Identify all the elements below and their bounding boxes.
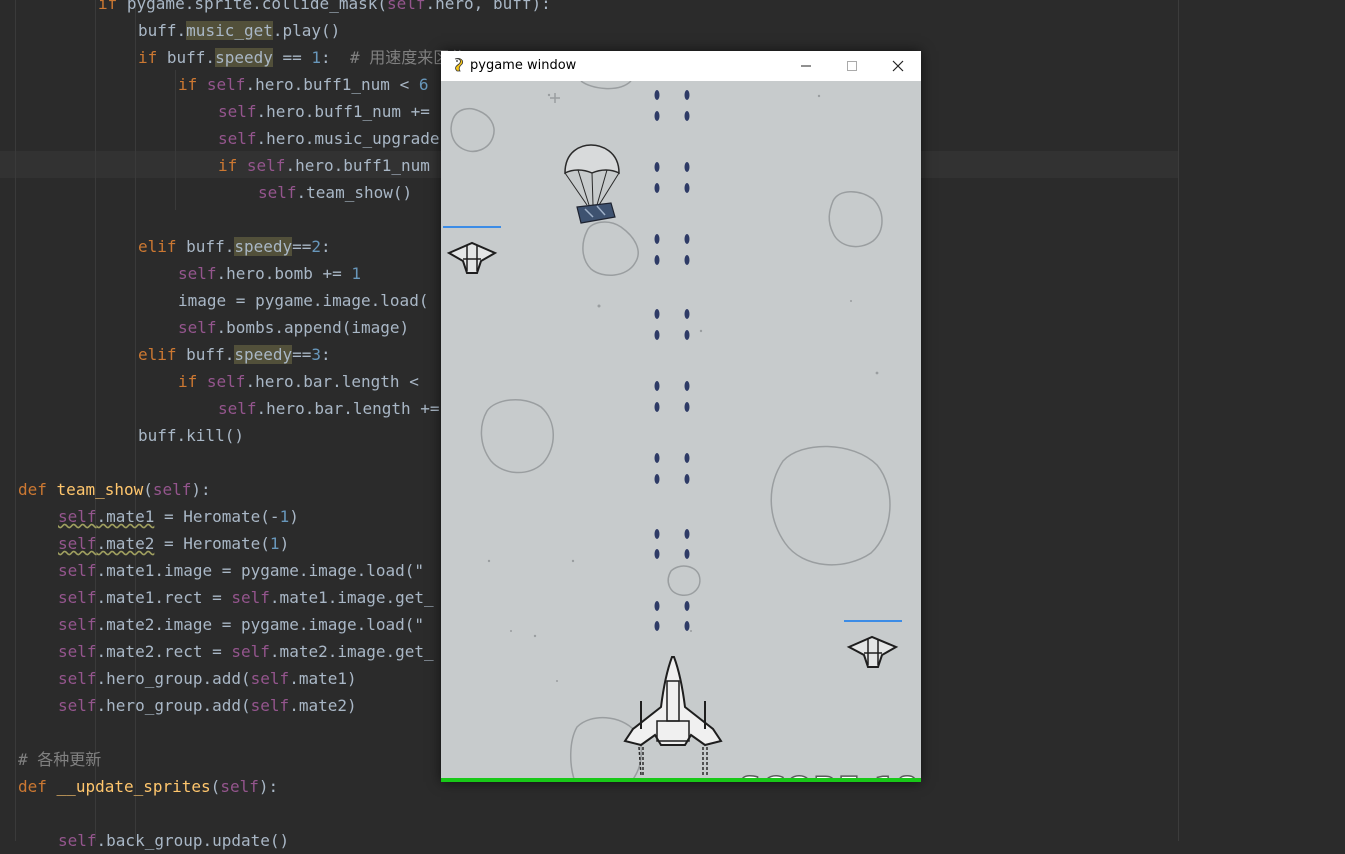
mate-right [844,620,902,668]
code-line: elif buff.speedy==2: [138,237,331,256]
pygame-window[interactable]: pygame window [441,51,921,782]
code-line: self.mate1 = Heromate(-1) [58,507,299,526]
code-line: elif buff.speedy==3: [138,345,331,364]
close-icon [892,60,904,72]
code-line: # 各种更新 [18,750,102,769]
indent-guide [15,0,16,841]
code-line: self.hero.buff1_num += [218,102,430,121]
code-line: if self.hero.buff1_num < 6 [178,75,429,94]
asteroid [570,716,643,782]
stars [487,93,879,682]
code-line: if pygame.sprite.collide_mask(self.hero,… [98,0,551,13]
indent-guide [175,70,176,210]
code-line: self.hero_group.add(self.mate1) [58,669,357,688]
code-line: def __update_sprites(self): [18,777,279,796]
code-line: self.mate1.image = pygame.image.load(" [58,561,425,580]
asteroid [828,191,883,248]
minimize-icon [801,65,811,67]
code-line: self.team_show() [258,183,413,202]
pygame-snake-icon [454,58,463,72]
minimize-button[interactable] [783,51,829,81]
code-line: self.mate2 = Heromate(1) [58,534,290,553]
window-title: pygame window [470,58,577,73]
code-line: self.hero_group.add(self.mate2) [58,696,357,715]
code-line: self.mate2.rect = self.mate2.image.get_ [58,642,434,661]
asteroid [580,81,632,90]
code-line: self.bombs.append(image) [178,318,410,337]
code-line: self.hero.music_upgrade [218,129,440,148]
code-line: if buff.speedy == 1: # 用速度来区分 [138,48,466,67]
code-line: if self.hero.bar.length < [178,372,429,391]
game-canvas[interactable]: SCORE:18 [441,81,921,782]
game-scene [443,81,902,782]
right-side-panel [1178,0,1345,841]
code-line: buff.kill() [138,426,244,445]
asteroid [450,107,495,153]
code-line: buff.music_get.play() [138,21,341,40]
hero-energy-bar [441,778,921,782]
code-line: def team_show(self): [18,480,211,499]
code-line: self.hero.bar.length += [218,399,440,418]
code-line: self.hero.bomb += 1 [178,264,362,283]
mate-left [443,226,501,274]
code-line: self.mate1.rect = self.mate1.image.get_ [58,588,434,607]
player-bullets [654,90,690,631]
hero-plane [623,656,723,776]
parachute-supply [564,144,620,224]
window-titlebar[interactable]: pygame window [441,51,921,81]
asteroid [770,445,891,566]
maximize-icon [847,61,857,71]
code-line: self.mate2.image = pygame.image.load(" [58,615,425,634]
close-button[interactable] [875,51,921,81]
code-line: if self.hero.buff1_num [218,156,430,175]
asteroid [480,399,554,474]
code-line: image = pygame.image.load( [178,291,429,310]
asteroid [582,221,639,276]
maximize-button[interactable] [829,51,875,81]
asteroid [667,565,701,596]
